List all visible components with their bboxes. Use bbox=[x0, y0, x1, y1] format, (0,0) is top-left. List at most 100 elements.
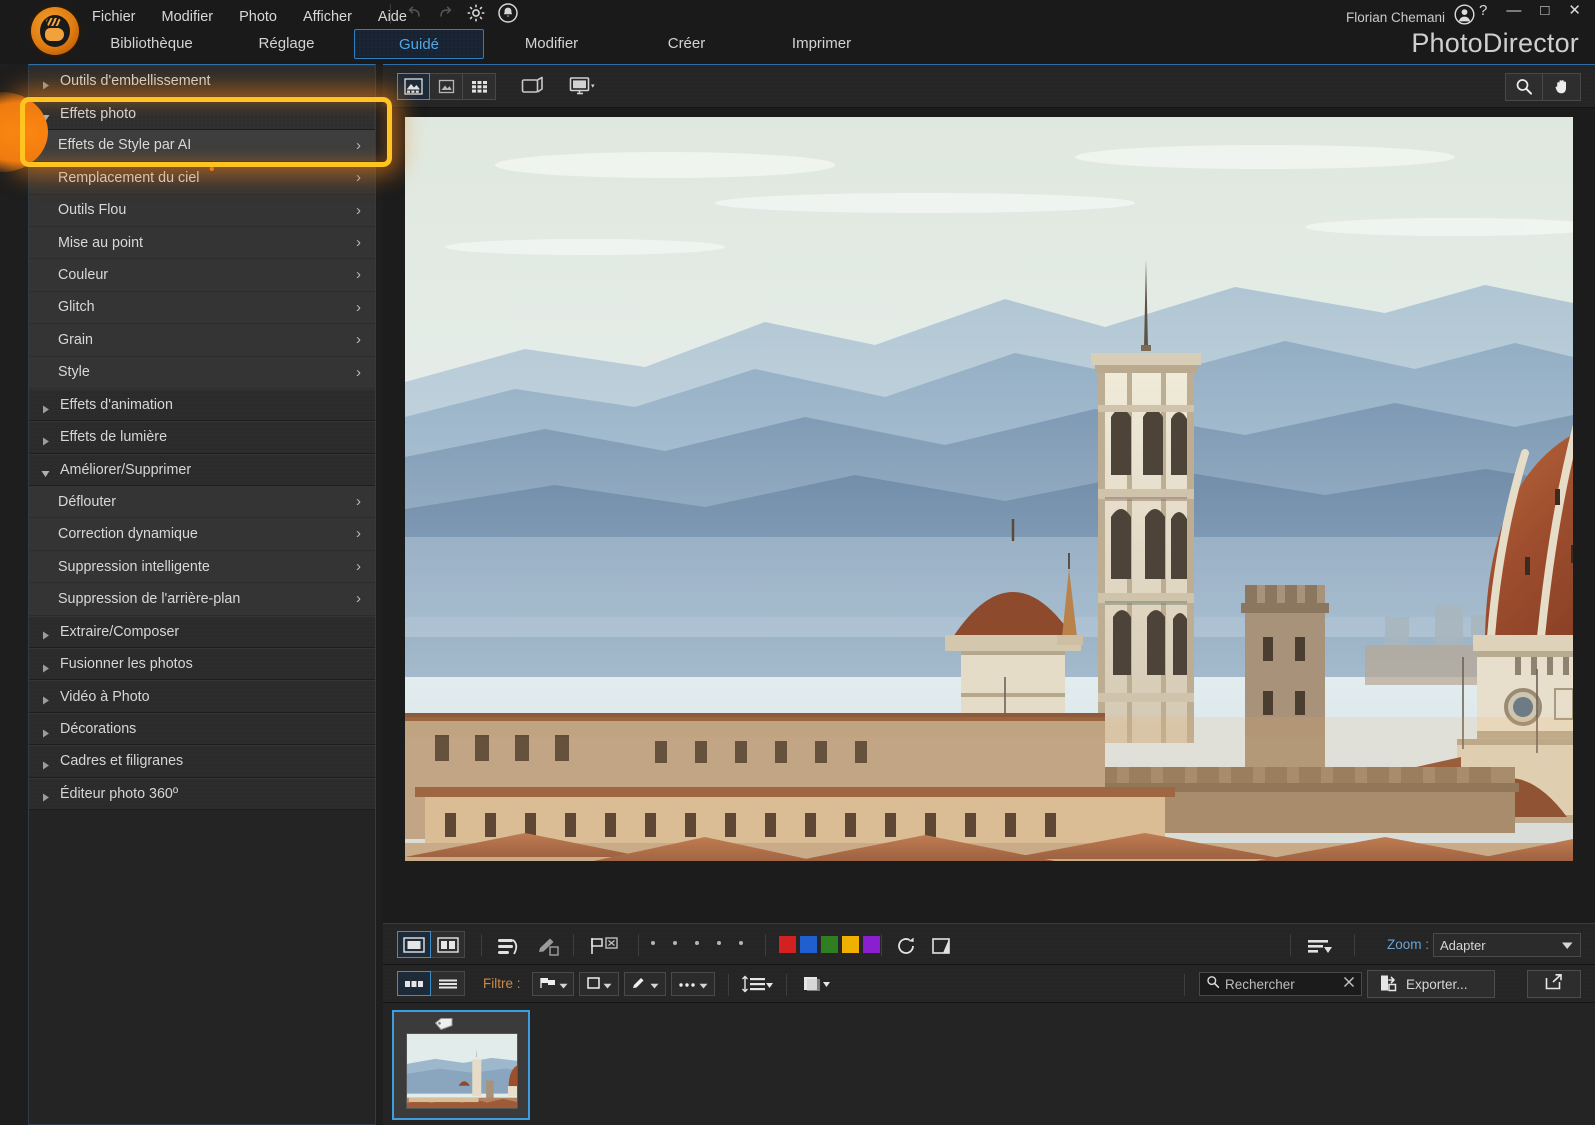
rating-dot-5[interactable] bbox=[739, 941, 743, 945]
divider-8 bbox=[728, 974, 729, 996]
menu-afficher[interactable]: Afficher bbox=[303, 9, 352, 25]
single-photo-view-button[interactable] bbox=[397, 73, 430, 100]
rating-dot-1[interactable] bbox=[651, 941, 655, 945]
split-layout-button[interactable] bbox=[431, 931, 465, 958]
zoom-dropdown[interactable]: Adapter bbox=[1433, 933, 1581, 957]
sidebar-group-label: Cadres et filigranes bbox=[60, 753, 183, 769]
list-rows-icon[interactable] bbox=[431, 971, 465, 996]
export-button[interactable]: Exporter... bbox=[1367, 970, 1495, 998]
menu-aide[interactable]: Aide bbox=[378, 9, 407, 25]
bell-icon[interactable] bbox=[497, 2, 519, 24]
flag-reject-icon[interactable] bbox=[583, 932, 629, 959]
sidebar-item-label: Mise au point bbox=[58, 235, 143, 251]
sidebar-item-correction-dynamique[interactable]: Correction dynamique› bbox=[29, 518, 375, 550]
menu-fichier[interactable]: Fichier bbox=[92, 9, 136, 25]
tab-imprimer[interactable]: Imprimer bbox=[754, 29, 889, 59]
sidebar-item-glitch[interactable]: Glitch› bbox=[29, 292, 375, 324]
share-button[interactable] bbox=[1527, 970, 1581, 998]
sidebar-item-grain[interactable]: Grain › bbox=[29, 324, 375, 356]
thumbnail-grid-icon[interactable] bbox=[397, 971, 431, 996]
sidebar-item-style[interactable]: Style› bbox=[29, 357, 375, 389]
history-icon[interactable] bbox=[493, 932, 525, 959]
sidebar-item-label: Effets de Style par AI bbox=[58, 137, 191, 153]
rating-dot-2[interactable] bbox=[673, 941, 677, 945]
sidebar-group-editeur-photo-360[interactable]: Éditeur photo 360º bbox=[29, 778, 375, 810]
rating-filter-dropdown[interactable] bbox=[579, 972, 619, 996]
chevron-right-icon: › bbox=[356, 494, 361, 510]
maximize-button[interactable]: □ bbox=[1540, 3, 1549, 18]
sidebar-group-outils-d-embellissement[interactable]: Outils d'embellissement bbox=[29, 65, 375, 97]
rotate-icon[interactable] bbox=[891, 932, 923, 959]
photodirector-logo-icon bbox=[31, 7, 79, 55]
compare-view-button[interactable] bbox=[430, 73, 463, 100]
chevron-right-icon: › bbox=[356, 332, 361, 348]
sidebar-group-effets-de-lumiere[interactable]: Effets de lumière bbox=[29, 421, 375, 453]
search-input[interactable]: Rechercher bbox=[1199, 972, 1362, 996]
monitor-icon[interactable] bbox=[563, 73, 605, 100]
color-label-yellow[interactable] bbox=[842, 936, 859, 953]
sidebar-group-ameliorer-supprimer[interactable]: Améliorer/Supprimer bbox=[29, 454, 375, 486]
sidebar-scroll-area[interactable]: Outils d'embellissementEffets photoEffet… bbox=[29, 65, 375, 1124]
label-icon[interactable] bbox=[795, 970, 839, 997]
sidebar-group-video-a-photo[interactable]: Vidéo à Photo bbox=[29, 680, 375, 712]
more-filter-dropdown[interactable] bbox=[671, 972, 715, 996]
magnifier-icon[interactable] bbox=[1505, 73, 1543, 101]
tab-creer[interactable]: Créer bbox=[619, 29, 754, 59]
menu-photo[interactable]: Photo bbox=[239, 9, 277, 25]
star-rating-dots[interactable] bbox=[651, 941, 743, 945]
sidebar-item-mise-au-point[interactable]: Mise au point› bbox=[29, 227, 375, 259]
sidebar-group-decorations[interactable]: Décorations bbox=[29, 713, 375, 745]
color-label-purple[interactable] bbox=[863, 936, 880, 953]
tab-modifier[interactable]: Modifier bbox=[484, 29, 619, 59]
close-button[interactable]: ✕ bbox=[1568, 3, 1581, 18]
single-layout-button[interactable] bbox=[397, 931, 431, 958]
help-button[interactable]: ? bbox=[1479, 3, 1487, 18]
sidebar-group-effets-photo[interactable]: Effets photo bbox=[29, 97, 375, 129]
sidebar-group-effets-d-animation[interactable]: Effets d'animation bbox=[29, 389, 375, 421]
window-buttons: ? — □ ✕ bbox=[1479, 3, 1581, 18]
thumbnail-438210229[interactable] bbox=[392, 1010, 530, 1120]
account-area[interactable]: Florian Chemani bbox=[1346, 4, 1475, 30]
grid-view-button[interactable] bbox=[463, 73, 496, 100]
sort-icon[interactable] bbox=[1301, 932, 1341, 959]
hand-icon[interactable] bbox=[1543, 73, 1581, 101]
pencil-icon[interactable] bbox=[533, 932, 565, 959]
sidebar-item-suppression-de-l-arriere-plan[interactable]: Suppression de l'arrière-plan› bbox=[29, 583, 375, 615]
sidebar-item-remplacement-du-ciel[interactable]: Remplacement du ciel•› bbox=[29, 162, 375, 194]
redo-icon[interactable] bbox=[435, 3, 455, 23]
sidebar-item-suppression-intelligente[interactable]: Suppression intelligente› bbox=[29, 551, 375, 583]
clear-x-icon[interactable] bbox=[1343, 975, 1355, 993]
color-label-blue[interactable] bbox=[800, 936, 817, 953]
tab-guide[interactable]: Guidé bbox=[354, 29, 484, 59]
color-label-red[interactable] bbox=[779, 936, 796, 953]
secondary-window-icon[interactable] bbox=[518, 73, 550, 100]
sidebar-group-extraire-composer[interactable]: Extraire/Composer bbox=[29, 616, 375, 648]
minimize-button[interactable]: — bbox=[1506, 3, 1521, 18]
rating-dot-3[interactable] bbox=[695, 941, 699, 945]
flag-filter-dropdown[interactable] bbox=[532, 972, 574, 996]
sort-lines-icon[interactable] bbox=[736, 970, 780, 997]
gear-icon[interactable] bbox=[465, 2, 487, 24]
sidebar-group-label: Outils d'embellissement bbox=[60, 73, 211, 89]
crop-icon[interactable] bbox=[927, 932, 959, 959]
sidebar-item-couleur[interactable]: Couleur› bbox=[29, 259, 375, 291]
sidebar-item-effets-de-style-par-ai[interactable]: Effets de Style par AI› bbox=[29, 130, 375, 162]
sidebar-item-deflouter[interactable]: Déflouter› bbox=[29, 486, 375, 518]
menu-modifier[interactable]: Modifier bbox=[162, 9, 214, 25]
tab-bibliotheque[interactable]: Bibliothèque bbox=[84, 29, 219, 59]
divider-4 bbox=[765, 934, 766, 956]
edit-filter-dropdown[interactable] bbox=[624, 972, 666, 996]
rating-dot-4[interactable] bbox=[717, 941, 721, 945]
sidebar-item-label: Grain bbox=[58, 332, 93, 348]
main-photo-canvas[interactable] bbox=[405, 117, 1573, 861]
sidebar-group-label: Extraire/Composer bbox=[60, 624, 179, 640]
color-label-green[interactable] bbox=[821, 936, 838, 953]
sidebar-group-fusionner-les-photos[interactable]: Fusionner les photos bbox=[29, 648, 375, 680]
undo-icon[interactable] bbox=[405, 3, 425, 23]
sidebar-group-cadres-et-filigranes[interactable]: Cadres et filigranes bbox=[29, 745, 375, 777]
menu-divider bbox=[390, 4, 391, 24]
sidebar-item-outils-flou[interactable]: Outils Flou› bbox=[29, 195, 375, 227]
user-avatar-icon[interactable] bbox=[1454, 4, 1475, 30]
tab-reglage[interactable]: Réglage bbox=[219, 29, 354, 59]
chevron-right-icon: › bbox=[356, 267, 361, 283]
